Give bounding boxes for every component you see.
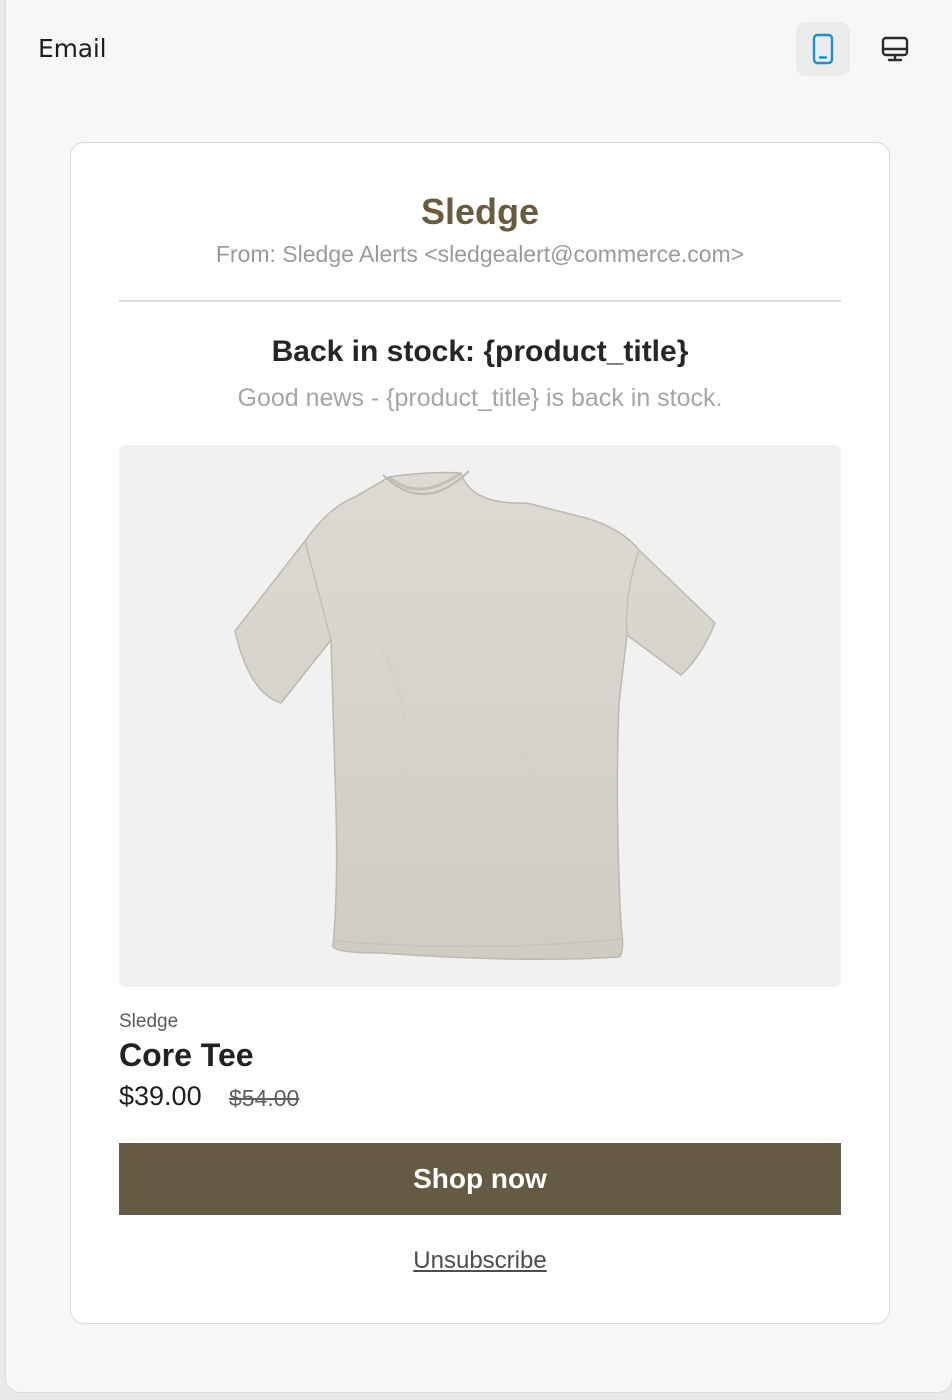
email-subtext: Good news - {product_title} is back in s… <box>237 384 723 412</box>
from-line: From: Sledge Alerts <sledgealert@commerc… <box>215 241 745 267</box>
mobile-phone-icon <box>812 33 834 65</box>
product-image <box>119 445 841 987</box>
product-title: Core Tee <box>119 1037 254 1073</box>
tshirt-image <box>234 470 716 960</box>
email-headline: Back in stock: {product_title} <box>271 335 689 368</box>
desktop-view-button[interactable] <box>868 22 922 76</box>
email-preview-panel: Email Sledge From: Sledge Alerts <sledge… <box>6 0 952 1392</box>
shop-now-button[interactable]: Shop now <box>119 1143 841 1215</box>
panel-title: Email <box>38 34 107 63</box>
brand-name: Sledge <box>420 191 540 232</box>
email-card: Sledge From: Sledge Alerts <sledgealert@… <box>70 142 890 1324</box>
mobile-view-button[interactable] <box>796 22 850 76</box>
desktop-monitor-icon <box>881 36 909 62</box>
product-price: $39.00 <box>119 1081 202 1111</box>
unsubscribe-link[interactable]: Unsubscribe <box>71 1247 889 1275</box>
header-divider <box>119 300 841 302</box>
compare-at-price: $54.00 <box>229 1085 300 1111</box>
product-vendor: Sledge <box>119 1011 179 1032</box>
